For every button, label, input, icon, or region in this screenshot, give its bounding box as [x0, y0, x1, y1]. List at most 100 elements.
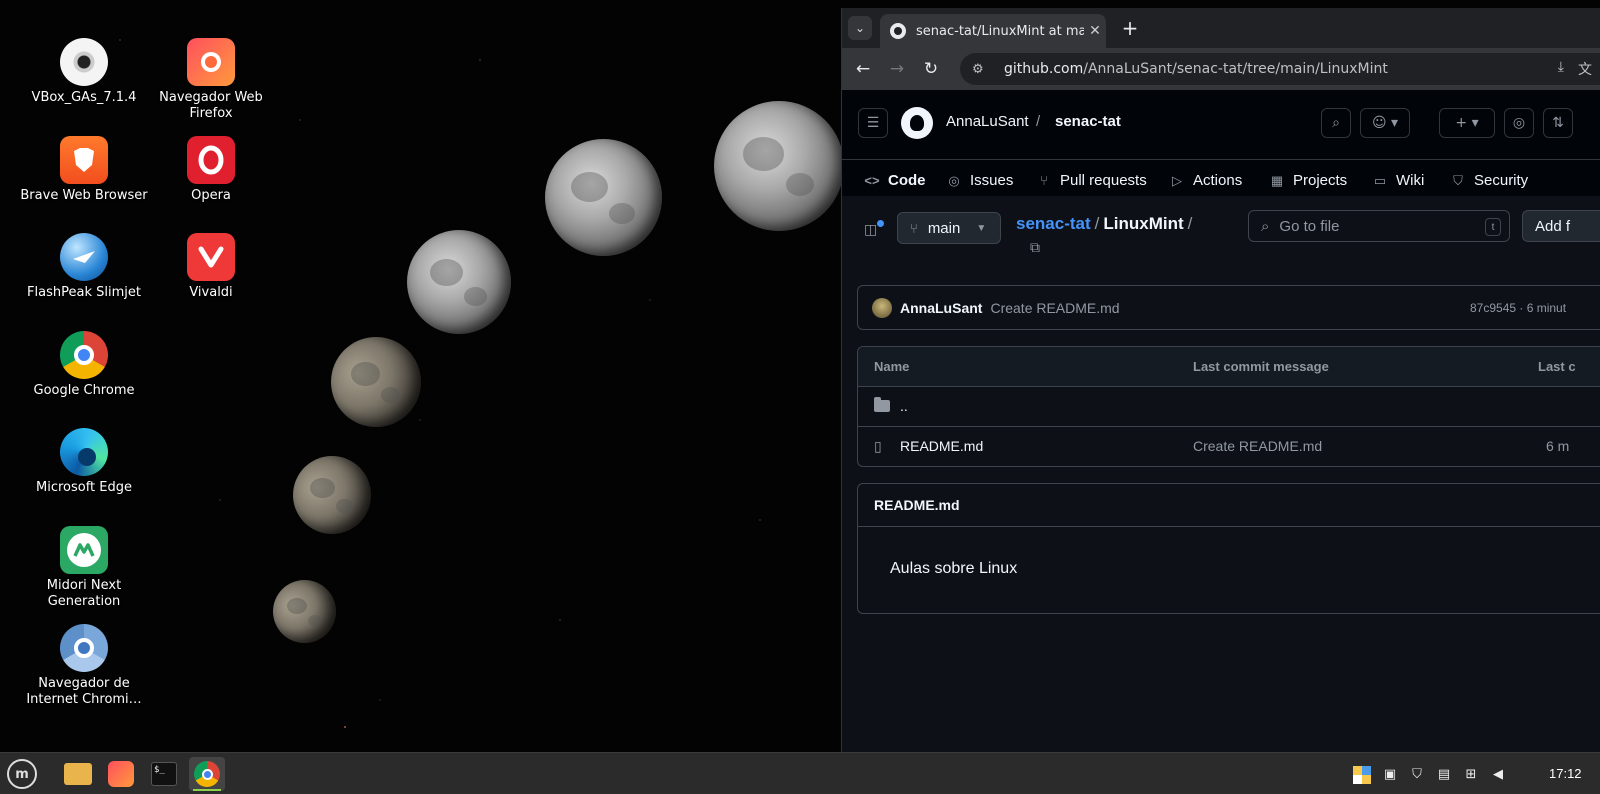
taskbar-chrome[interactable]	[189, 757, 225, 791]
chromium-icon	[60, 624, 108, 672]
file-commit-date: 6 m	[1546, 438, 1570, 454]
new-tab-button[interactable]: +	[1118, 16, 1142, 40]
folder-icon	[64, 763, 92, 785]
desktop-icon-chromium[interactable]: Navegador de Internet Chromi…	[19, 624, 149, 708]
breadcrumb-repo[interactable]: senac-tat	[1055, 113, 1121, 130]
tab-security[interactable]: ⛉ Security	[1450, 172, 1528, 189]
tab-wiki[interactable]: ▭ Wiki	[1372, 172, 1424, 189]
reload-button[interactable]: ↻	[914, 52, 948, 86]
forward-button[interactable]: →	[880, 52, 914, 86]
copilot-icon[interactable]: ☺ ▾	[1360, 108, 1410, 138]
tab-pull-requests[interactable]: ⑂ Pull requests	[1036, 172, 1147, 189]
table-row[interactable]: ▯ README.md Create README.md 6 m	[858, 427, 1600, 466]
github-header: ☰ AnnaLuSant / senac-tat ⌕ ☺ ▾ + ▾ ◎ ⇅	[842, 90, 1600, 160]
desktop-icon-midori[interactable]: Midori Next Generation	[19, 526, 149, 610]
add-file-button[interactable]: Add f	[1522, 210, 1600, 242]
readme-title[interactable]: README.md	[858, 484, 1600, 527]
github-favicon-icon	[890, 23, 906, 39]
tab-search-button[interactable]: ⌄	[848, 16, 872, 40]
wallpaper-moon	[293, 456, 371, 534]
firefox-icon	[187, 38, 235, 86]
file-name[interactable]: ..	[900, 398, 908, 414]
tab-code[interactable]: <> Code	[864, 172, 925, 189]
chrome-icon	[60, 331, 108, 379]
install-app-icon[interactable]: ⤓	[1558, 59, 1564, 79]
shield-update-icon[interactable]: ⛉	[1409, 766, 1425, 782]
volume-icon[interactable]: ◀	[1490, 766, 1506, 782]
translate-icon[interactable]: 文	[1578, 59, 1592, 79]
tab-label: Security	[1474, 172, 1529, 189]
path-current-dir: LinuxMint	[1103, 214, 1184, 233]
mint-menu-button[interactable]: m	[4, 757, 40, 791]
desktop-icon-chrome[interactable]: Google Chrome	[19, 331, 149, 399]
commit-message[interactable]: Create README.md	[990, 300, 1119, 316]
tab-actions[interactable]: ▷ Actions	[1169, 172, 1242, 189]
browser-tab[interactable]: senac-tat/LinuxMint at main ✕	[880, 14, 1106, 48]
desktop-icon-vivaldi[interactable]: Vivaldi	[146, 233, 276, 301]
breadcrumb-separator: /	[1036, 113, 1041, 130]
search-icon: ⌕	[1261, 217, 1270, 235]
copy-path-icon[interactable]: ⧉	[1030, 240, 1040, 256]
chrome-icon	[194, 761, 220, 787]
avatar[interactable]	[872, 297, 892, 318]
notes-icon[interactable]: ▤	[1436, 766, 1452, 782]
url-host: github.com	[1004, 61, 1084, 77]
taskbar-terminal[interactable]: $_	[146, 757, 182, 791]
taskbar-files[interactable]	[60, 757, 96, 791]
site-info-icon[interactable]: ⚙	[972, 62, 990, 77]
file-commit-message[interactable]: Create README.md	[1193, 438, 1322, 454]
table-row[interactable]: ..	[858, 387, 1600, 427]
wallpaper-moon	[545, 139, 662, 256]
desktop: VBox_GAs_7.1.4 Navegador Web Firefox Bra…	[0, 0, 1600, 794]
branch-selector[interactable]: ⑂ main ▼	[897, 212, 1001, 244]
path-separator: /	[1187, 214, 1193, 233]
desktop-icon-label: FlashPeak Slimjet	[27, 285, 141, 300]
search-icon[interactable]: ⌕	[1321, 108, 1351, 138]
color-picker-icon[interactable]	[1353, 766, 1371, 784]
desktop-icon-opera[interactable]: Opera	[146, 136, 276, 204]
midori-icon	[60, 526, 108, 574]
back-button[interactable]: ←	[846, 52, 880, 86]
desktop-icon-edge[interactable]: Microsoft Edge	[19, 428, 149, 496]
clipboard-icon[interactable]: ▣	[1382, 766, 1398, 782]
close-tab-icon[interactable]: ✕	[1084, 23, 1106, 39]
latest-commit-bar: AnnaLuSant Create README.md 87c9545 · 6 …	[857, 285, 1600, 330]
firefox-icon	[108, 761, 134, 787]
desktop-icon-label: Navegador de Internet Chromi…	[26, 676, 142, 707]
desktop-icon-label: Opera	[191, 188, 231, 203]
tab-strip: ⌄ senac-tat/LinuxMint at main ✕ +	[842, 8, 1600, 48]
path-repo-link[interactable]: senac-tat	[1016, 214, 1091, 233]
wallpaper-moon	[407, 230, 511, 334]
go-to-file-input[interactable]: ⌕ Go to file t	[1248, 210, 1510, 242]
desktop-icon-vbox[interactable]: VBox_GAs_7.1.4	[19, 38, 149, 106]
commit-author[interactable]: AnnaLuSant	[900, 300, 982, 316]
file-name[interactable]: README.md	[900, 438, 983, 454]
create-new-icon[interactable]: + ▾	[1439, 108, 1495, 138]
desktop-icon-label: Navegador Web Firefox	[159, 90, 263, 121]
browser-toolbar: ← → ↻ ⚙ github.com/AnnaLuSant/senac-tat/…	[842, 48, 1600, 90]
terminal-icon: $_	[151, 762, 177, 786]
pull-requests-icon[interactable]: ⇅	[1543, 108, 1573, 138]
issues-icon[interactable]: ◎	[1504, 108, 1534, 138]
desktop-icon-brave[interactable]: Brave Web Browser	[19, 136, 149, 204]
tab-issues[interactable]: ◎ Issues	[946, 172, 1013, 189]
disc-icon	[60, 38, 108, 86]
desktop-icon-slimjet[interactable]: FlashPeak Slimjet	[19, 233, 149, 301]
breadcrumb-owner[interactable]: AnnaLuSant	[946, 113, 1029, 130]
github-logo-icon[interactable]	[901, 107, 933, 139]
desktop-icon-firefox[interactable]: Navegador Web Firefox	[146, 38, 276, 122]
commit-sha-time[interactable]: 87c9545 · 6 minut	[1470, 301, 1566, 315]
desktop-icon-label: Brave Web Browser	[20, 188, 148, 203]
taskbar-firefox[interactable]	[103, 757, 139, 791]
network-icon[interactable]: ⊞	[1463, 766, 1479, 782]
taskbar: m $_ ▣ ⛉ ▤ ⊞ ◀ 17:12	[0, 752, 1600, 794]
hamburger-menu-icon[interactable]: ☰	[858, 108, 888, 138]
table-icon: ▦	[1270, 172, 1284, 188]
tab-label: Issues	[970, 172, 1014, 189]
linux-mint-logo-icon: m	[7, 759, 37, 789]
desktop-icon-label: Microsoft Edge	[35, 480, 132, 495]
url-path: /AnnaLuSant/senac-tat/tree/main/LinuxMin…	[1083, 61, 1388, 77]
tab-projects[interactable]: ▦ Projects	[1269, 172, 1347, 189]
address-bar[interactable]: ⚙ github.com/AnnaLuSant/senac-tat/tree/m…	[960, 53, 1600, 85]
clock[interactable]: 17:12	[1549, 766, 1582, 781]
